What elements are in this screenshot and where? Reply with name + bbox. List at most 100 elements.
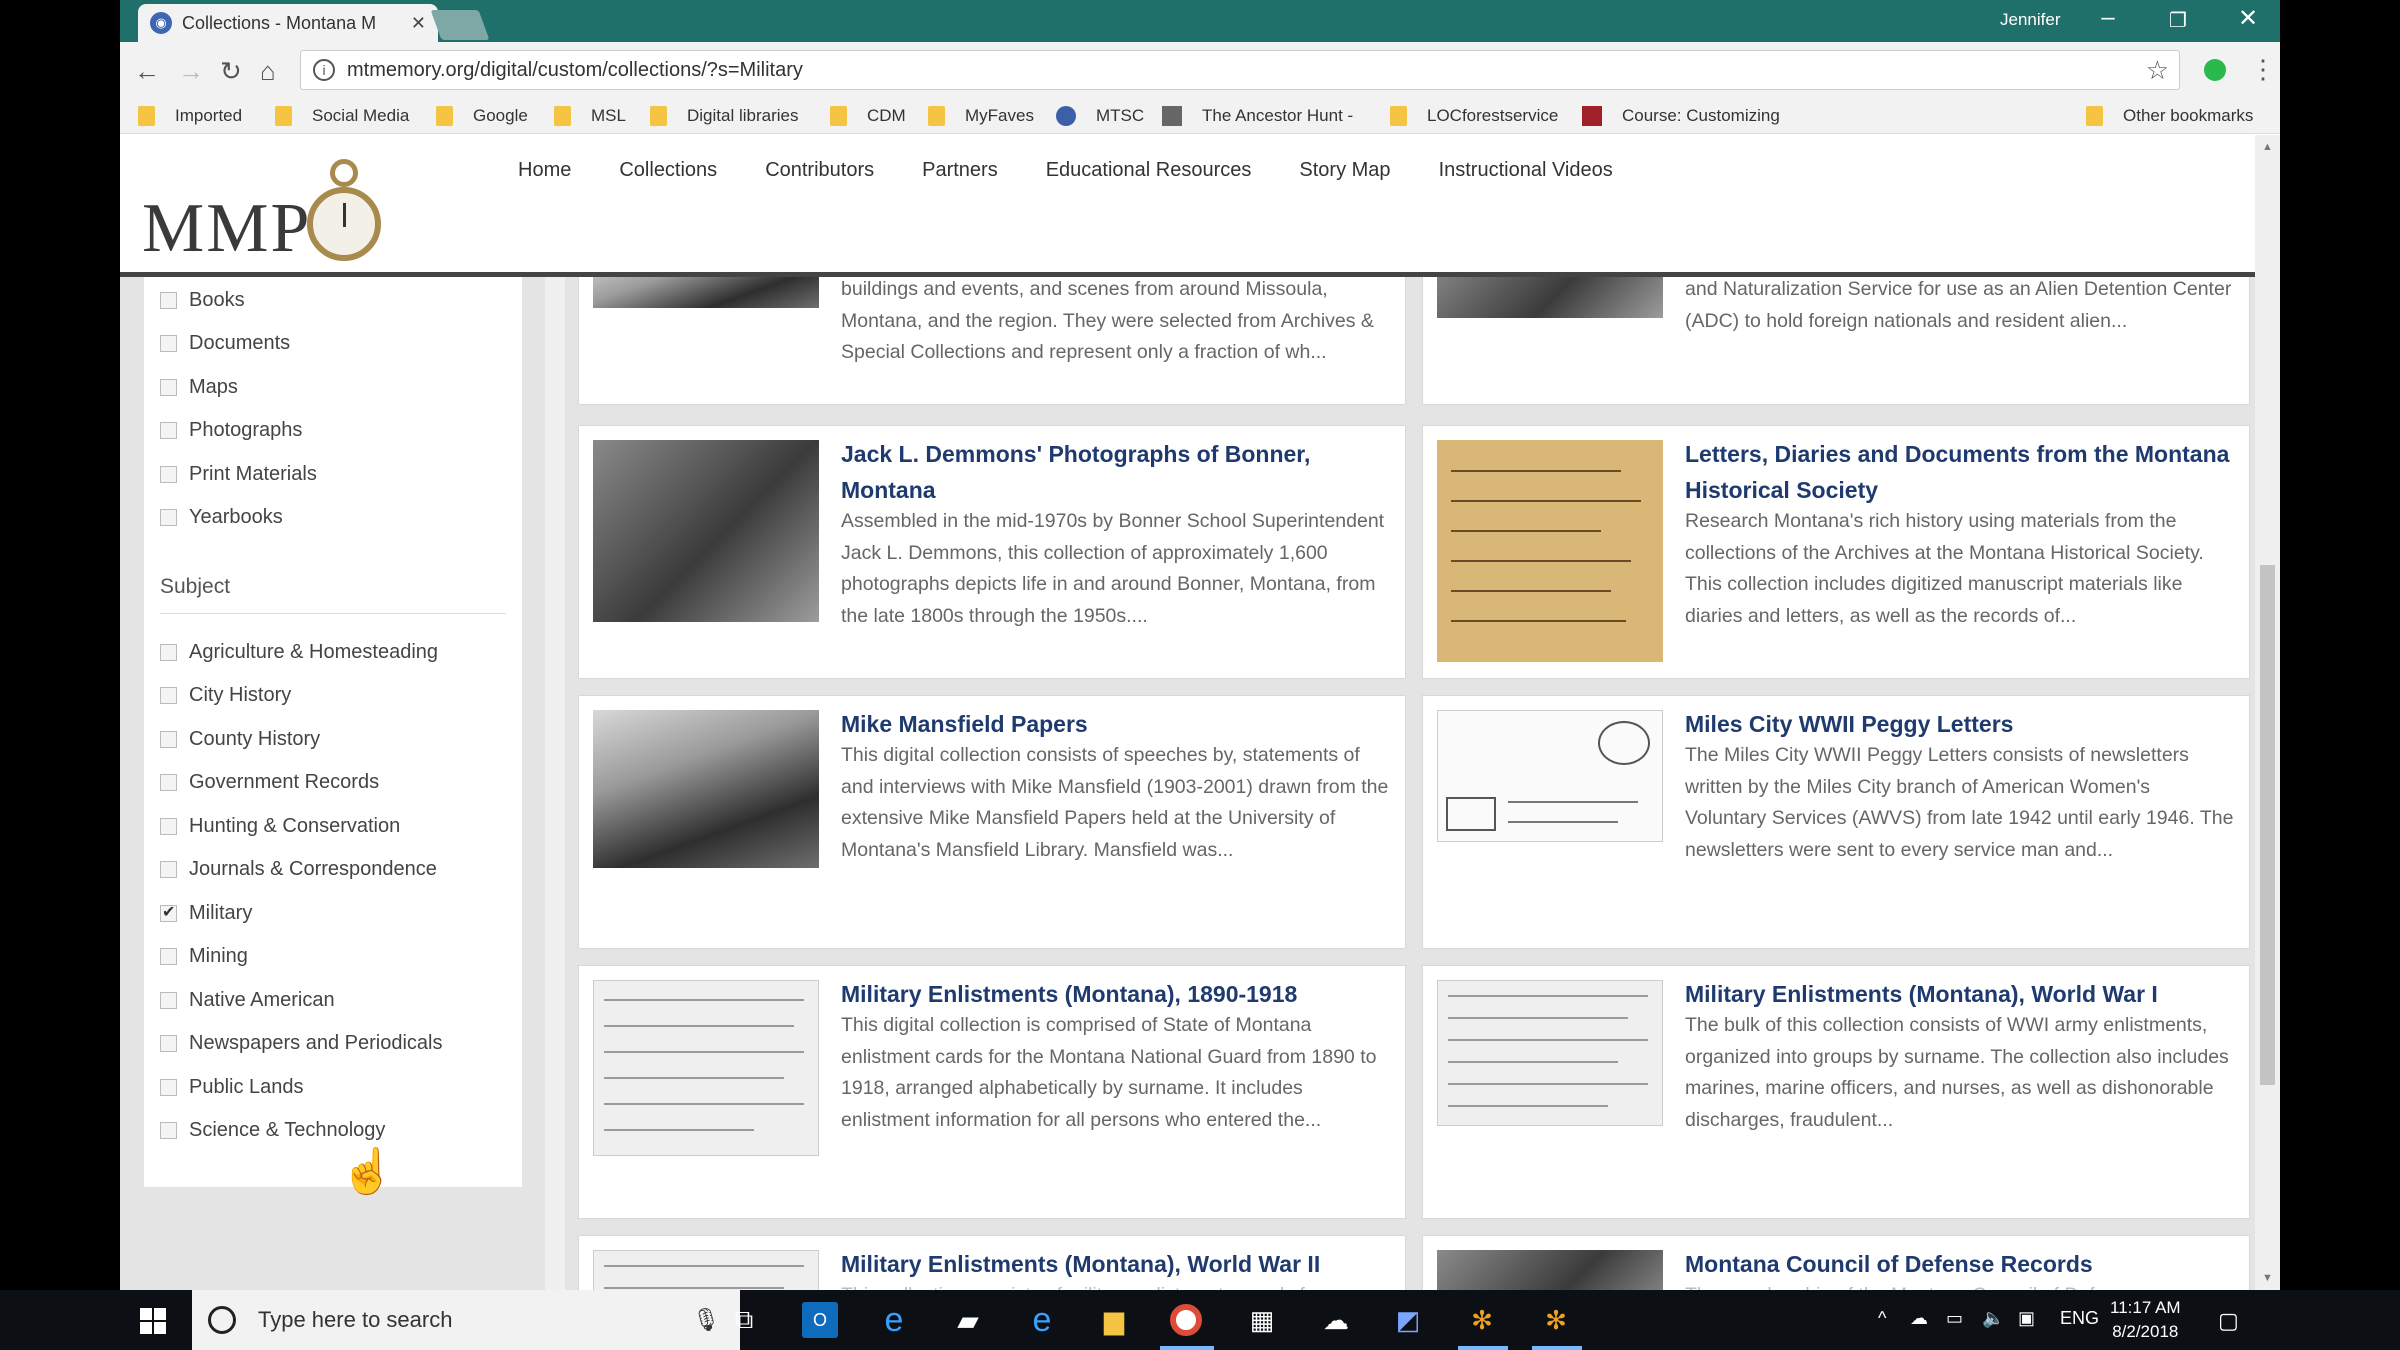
nav-educational-resources[interactable]: Educational Resources [1046, 159, 1252, 182]
windows-start-icon[interactable] [140, 1308, 166, 1334]
collection-card[interactable]: Military Enlistments (Montana), World Wa… [578, 1235, 1406, 1290]
nav-instructional-videos[interactable]: Instructional Videos [1439, 159, 1613, 182]
collection-card[interactable]: buildings and events, and scenes from ar… [578, 255, 1406, 405]
collection-card[interactable]: and Naturalization Service for use as an… [1422, 255, 2250, 405]
home-icon[interactable]: ⌂ [260, 56, 276, 87]
scroll-down-arrow-icon[interactable]: ▼ [2262, 1272, 2273, 1284]
scroll-up-arrow-icon[interactable]: ▲ [2262, 141, 2273, 153]
bookmark-msl[interactable]: MSL [554, 106, 626, 126]
forward-arrow-icon[interactable]: → [178, 56, 204, 87]
checkbox[interactable] [160, 774, 177, 791]
bookmark-star-icon[interactable]: ☆ [2146, 55, 2169, 86]
address-bar[interactable]: i mtmemory.org/digital/custom/collection… [300, 50, 2180, 90]
microphone-icon[interactable]: 🎙 [692, 1307, 720, 1333]
app-icon[interactable]: ◩ [1390, 1302, 1426, 1338]
bookmark-mtsc[interactable]: MTSC [1056, 106, 1144, 126]
nav-home[interactable]: Home [518, 159, 571, 182]
filter-hunting[interactable]: Hunting & Conservation [160, 815, 400, 838]
close-tab-icon[interactable]: ✕ [411, 13, 426, 34]
chrome-icon[interactable] [1170, 1304, 1202, 1336]
scrollbar-thumb[interactable] [2260, 565, 2275, 1085]
card-title-link[interactable]: Montana Council of Defense Records [1685, 1246, 2235, 1282]
collection-thumbnail[interactable] [593, 440, 819, 622]
filter-city-history[interactable]: City History [160, 684, 291, 707]
checkbox-checked[interactable] [160, 902, 177, 922]
bookmark-other[interactable]: Other bookmarks [2086, 106, 2253, 126]
collection-thumbnail[interactable] [1437, 980, 1663, 1126]
collection-card[interactable]: Miles City WWII Peggy Letters The Miles … [1422, 695, 2250, 949]
filter-print-materials[interactable]: Print Materials [160, 463, 317, 486]
checkbox[interactable] [160, 509, 177, 526]
collection-thumbnail[interactable] [593, 710, 819, 868]
nav-contributors[interactable]: Contributors [765, 159, 874, 182]
filter-books[interactable]: Books [160, 289, 245, 312]
action-center-icon[interactable]: ▢ [2218, 1308, 2239, 1334]
checkbox[interactable] [160, 1035, 177, 1052]
app-snowflake-icon[interactable]: ✻ [1538, 1302, 1574, 1338]
bookmark-locforestservice[interactable]: LOCforestservice [1390, 106, 1558, 126]
checkbox[interactable] [160, 335, 177, 352]
filter-maps[interactable]: Maps [160, 376, 238, 399]
calculator-icon[interactable]: ▦ [1244, 1302, 1280, 1338]
show-hidden-icons[interactable]: ^ [1878, 1308, 1886, 1329]
filter-public-lands[interactable]: Public Lands [160, 1076, 304, 1099]
close-window-icon[interactable]: ✕ [2218, 4, 2278, 33]
battery-icon[interactable]: ▭ [1946, 1308, 1963, 1329]
filter-county-history[interactable]: County History [160, 728, 320, 751]
internet-explorer-icon[interactable]: e [876, 1301, 912, 1339]
collection-thumbnail[interactable] [593, 1250, 819, 1290]
filter-photographs[interactable]: Photographs [160, 419, 302, 442]
restore-icon[interactable]: ❐ [2148, 8, 2208, 33]
task-view-icon[interactable]: ⧉ [726, 1302, 762, 1338]
profile-name[interactable]: Jennifer [2000, 10, 2060, 30]
collection-card[interactable]: Mike Mansfield Papers This digital colle… [578, 695, 1406, 949]
collection-thumbnail[interactable] [1437, 440, 1663, 662]
bookmark-social-media[interactable]: Social Media [275, 106, 409, 126]
checkbox[interactable] [160, 861, 177, 878]
network-icon[interactable]: ▣ [2018, 1308, 2035, 1329]
collection-thumbnail[interactable] [1437, 1250, 1663, 1290]
extension-icon[interactable] [2204, 59, 2226, 81]
collection-card[interactable]: Montana Council of Defense Records The m… [1422, 1235, 2250, 1290]
filter-documents[interactable]: Documents [160, 332, 290, 355]
edge-icon[interactable]: e [1024, 1301, 1060, 1339]
filter-military[interactable]: Military [160, 902, 252, 925]
checkbox[interactable] [160, 1122, 177, 1139]
weather-app-icon[interactable]: ☁ [1318, 1302, 1354, 1338]
checkbox[interactable] [160, 687, 177, 704]
collection-card[interactable]: Military Enlistments (Montana), 1890-191… [578, 965, 1406, 1219]
nav-story-map[interactable]: Story Map [1299, 159, 1390, 182]
checkbox[interactable] [160, 379, 177, 396]
card-title-link[interactable]: Military Enlistments (Montana), World Wa… [841, 1246, 1391, 1282]
card-title-link[interactable]: Jack L. Demmons' Photographs of Bonner, … [841, 436, 1391, 508]
checkbox[interactable] [160, 992, 177, 1009]
collection-card[interactable]: Letters, Diaries and Documents from the … [1422, 425, 2250, 679]
site-info-icon[interactable]: i [313, 59, 335, 81]
sticky-notes-icon[interactable]: ▰ [950, 1302, 986, 1338]
sidebar-scrollbar[interactable]: ▼ [545, 277, 565, 1290]
card-title-link[interactable]: Letters, Diaries and Documents from the … [1685, 436, 2235, 508]
collection-card[interactable]: Military Enlistments (Montana), World Wa… [1422, 965, 2250, 1219]
card-title-link[interactable]: Mike Mansfield Papers [841, 706, 1391, 742]
onedrive-icon[interactable]: ☁ [1910, 1308, 1928, 1329]
bookmark-google[interactable]: Google [436, 106, 528, 126]
checkbox[interactable] [160, 422, 177, 439]
nav-partners[interactable]: Partners [922, 159, 998, 182]
filter-native-american[interactable]: Native American [160, 989, 335, 1012]
bookmark-imported[interactable]: Imported [138, 106, 242, 126]
filter-mining[interactable]: Mining [160, 945, 248, 968]
bookmark-ancestor-hunt[interactable]: The Ancestor Hunt - [1162, 106, 1353, 126]
file-explorer-icon[interactable]: ▆ [1096, 1302, 1132, 1338]
card-title-link[interactable]: Miles City WWII Peggy Letters [1685, 706, 2235, 742]
bookmark-digital-libraries[interactable]: Digital libraries [650, 106, 798, 126]
minimize-icon[interactable]: – [2078, 4, 2138, 32]
browser-menu-icon[interactable]: ⋮ [2250, 54, 2276, 85]
filter-agriculture[interactable]: Agriculture & Homesteading [160, 641, 438, 664]
checkbox[interactable] [160, 948, 177, 965]
card-title-link[interactable]: Military Enlistments (Montana), 1890-191… [841, 976, 1391, 1012]
card-title-link[interactable]: Military Enlistments (Montana), World Wa… [1685, 976, 2235, 1012]
checkbox[interactable] [160, 292, 177, 309]
bookmark-myfaves[interactable]: MyFaves [928, 106, 1034, 126]
bookmark-cdm[interactable]: CDM [830, 106, 906, 126]
checkbox[interactable] [160, 1079, 177, 1096]
